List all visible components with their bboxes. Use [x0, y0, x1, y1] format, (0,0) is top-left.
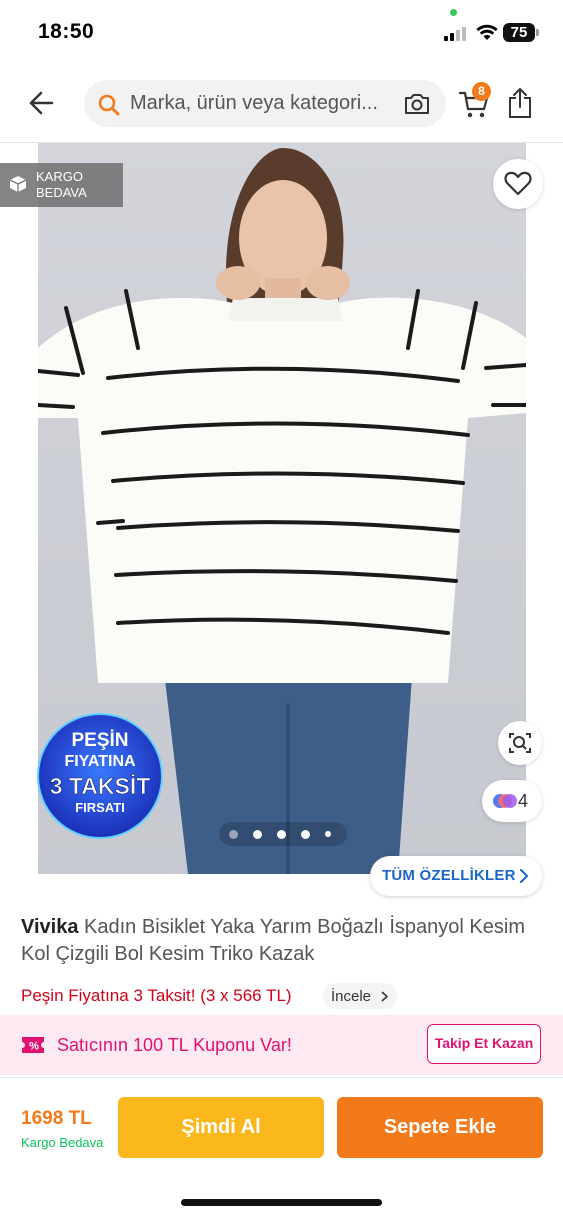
inspect-installment-button[interactable]: İncele — [323, 983, 397, 1009]
installment-promo-sticker: PEŞİN FIYATINA 3 TAKSİT FIRSATI — [37, 713, 163, 839]
wifi-icon — [476, 24, 498, 40]
all-features-button[interactable]: TÜM ÖZELLİKLER — [370, 856, 542, 896]
home-indicator[interactable] — [181, 1199, 382, 1206]
share-icon[interactable] — [507, 87, 533, 119]
battery-indicator: 75 — [503, 23, 535, 42]
search-input[interactable]: Marka, ürün veya kategori... — [130, 92, 378, 115]
box-icon — [9, 176, 27, 192]
follow-and-earn-label: Takip Et Kazan — [434, 1035, 534, 1051]
promo-line2: FIYATINA — [64, 753, 136, 770]
page-dot[interactable] — [229, 830, 238, 839]
image-pagination-dots[interactable] — [219, 822, 347, 846]
battery-tip — [536, 29, 539, 36]
camera-search-icon[interactable] — [403, 91, 431, 117]
cargo-badge-line1: KARGO — [36, 169, 83, 184]
all-features-label: TÜM ÖZELLİKLER — [382, 867, 516, 884]
page-dot[interactable] — [277, 830, 286, 839]
product-price: 1698 TL — [21, 1108, 92, 1129]
color-options-button[interactable]: 4 — [482, 780, 542, 822]
lens-scan-icon — [509, 733, 531, 753]
back-arrow-icon[interactable] — [22, 86, 62, 120]
footer-divider — [0, 1077, 563, 1078]
page-dot[interactable] — [325, 831, 331, 837]
privacy-indicator-dot — [450, 9, 457, 16]
color-swatches-icon — [493, 794, 517, 808]
buy-now-label: Şimdi Al — [181, 1116, 261, 1138]
product-brand[interactable]: Vivika — [21, 916, 78, 938]
buy-now-button[interactable]: Şimdi Al — [118, 1097, 324, 1158]
color-count: 4 — [518, 791, 529, 811]
cellular-signal-icon — [444, 26, 470, 41]
search-icon — [98, 94, 120, 116]
chevron-right-icon — [381, 991, 388, 1002]
favorite-button[interactable] — [493, 159, 543, 209]
inspect-label: İncele — [331, 988, 372, 1005]
product-title: Vivika Kadın Bisiklet Yaka Yarım Boğazlı… — [21, 914, 551, 968]
promo-line4: FIRSATI — [75, 800, 125, 815]
svg-text:%: % — [29, 1041, 39, 1053]
cart-count-badge: 8 — [472, 82, 491, 101]
add-to-cart-button[interactable]: Sepete Ekle — [337, 1097, 543, 1158]
promo-line1: PEŞİN — [71, 730, 128, 751]
free-shipping-label: Kargo Bedava — [21, 1135, 104, 1150]
coupon-text: Satıcının 100 TL Kuponu Var! — [57, 1035, 292, 1055]
status-time: 18:50 — [38, 20, 95, 43]
heart-icon — [504, 171, 532, 196]
free-shipping-badge: KARGO BEDAVA — [0, 163, 123, 207]
coupon-percent-icon: % — [22, 1037, 44, 1053]
cargo-badge-line2: BEDAVA — [36, 185, 87, 200]
page-dot-active[interactable] — [253, 830, 262, 839]
follow-and-earn-button[interactable]: Takip Et Kazan — [427, 1024, 541, 1064]
product-name: Kadın Bisiklet Yaka Yarım Boğazlı İspany… — [21, 916, 525, 965]
page-dot[interactable] — [301, 830, 310, 839]
chevron-right-icon — [520, 869, 528, 883]
add-to-cart-label: Sepete Ekle — [383, 1116, 497, 1138]
installment-info: Peşin Fiyatına 3 Taksit! (3 x 566 TL) — [21, 986, 292, 1005]
visual-search-button[interactable] — [498, 721, 542, 765]
promo-line3: 3 TAKSİT — [50, 773, 151, 799]
